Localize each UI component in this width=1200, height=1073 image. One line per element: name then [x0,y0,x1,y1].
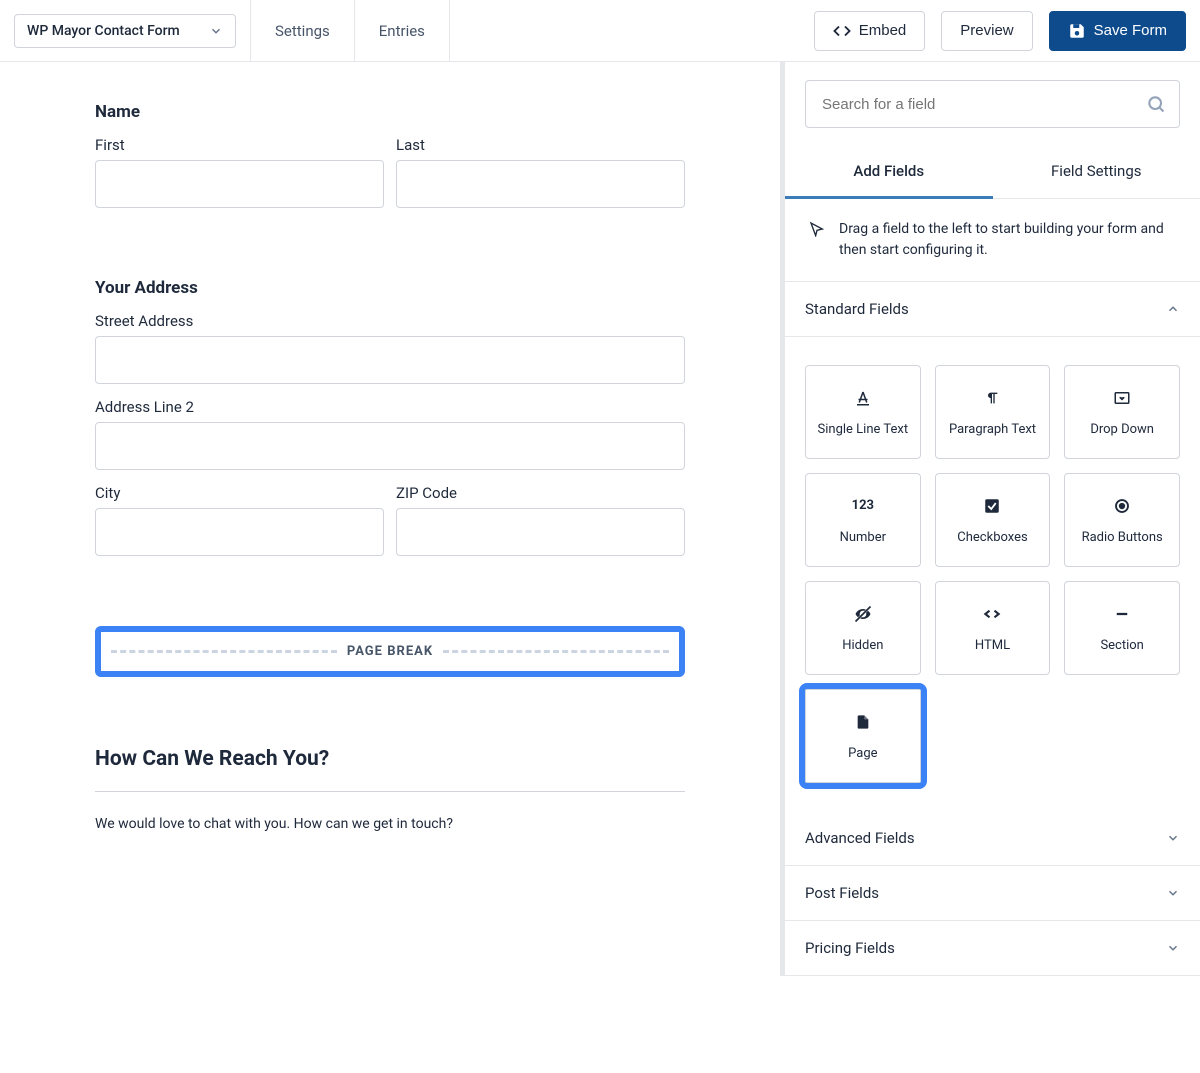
tab-field-settings[interactable]: Field Settings [993,146,1200,198]
field-single-line-text[interactable]: Single Line Text [805,365,921,459]
dash-right [443,650,669,653]
preview-button[interactable]: Preview [941,11,1032,51]
last-label: Last [396,136,685,154]
zip-input[interactable] [396,508,685,556]
hidden-icon [853,604,873,624]
save-button[interactable]: Save Form [1049,11,1186,51]
field-drop-down[interactable]: Drop Down [1064,365,1180,459]
name-field[interactable]: Name First Last [95,102,685,208]
dropdown-icon [1113,388,1131,408]
form-canvas[interactable]: Name First Last Your Address Street Addr… [0,62,785,976]
section-divider [95,791,685,792]
page-icon [855,712,871,732]
field-section[interactable]: Section [1064,581,1180,675]
page-break-label: PAGE BREAK [347,644,433,659]
advanced-fields-header[interactable]: Advanced Fields [785,811,1200,866]
tab-add-fields[interactable]: Add Fields [785,146,993,199]
line2-input[interactable] [95,422,685,470]
street-label: Street Address [95,312,685,330]
line2-label: Address Line 2 [95,398,685,416]
field-radio-buttons[interactable]: Radio Buttons [1064,473,1180,567]
first-input[interactable] [95,160,384,208]
street-input[interactable] [95,336,685,384]
tab-settings[interactable]: Settings [250,0,355,61]
radio-icon [1113,496,1131,516]
section-desc: We would love to chat with you. How can … [95,816,685,832]
standard-fields-header[interactable]: Standard Fields [785,282,1200,337]
hint-box: Drag a field to the left to start buildi… [785,199,1200,282]
name-title: Name [95,102,685,122]
field-checkboxes[interactable]: Checkboxes [935,473,1051,567]
paragraph-icon [984,388,1000,408]
text-icon [854,388,872,408]
app-header: WP Mayor Contact Form Settings Entries E… [0,0,1200,62]
search-input[interactable] [805,80,1180,128]
address-field[interactable]: Your Address Street Address Address Line… [95,278,685,556]
field-paragraph-text[interactable]: Paragraph Text [935,365,1051,459]
chevron-down-icon [209,24,223,38]
address-title: Your Address [95,278,685,298]
section-field[interactable]: How Can We Reach You? We would love to c… [95,747,685,832]
standard-fields-grid: Single Line Text Paragraph Text Drop Dow… [785,337,1200,811]
form-name: WP Mayor Contact Form [27,23,180,39]
number-icon: 123 [852,496,874,516]
pricing-fields-header[interactable]: Pricing Fields [785,921,1200,976]
dash-left [111,650,337,653]
save-icon [1068,22,1086,40]
page-break-field[interactable]: PAGE BREAK [95,626,685,677]
post-fields-header[interactable]: Post Fields [785,866,1200,921]
form-selector[interactable]: WP Mayor Contact Form [14,14,236,48]
field-html[interactable]: HTML [935,581,1051,675]
tab-entries[interactable]: Entries [355,0,450,61]
field-page[interactable]: Page [805,689,921,783]
chevron-down-icon [1166,831,1180,845]
city-input[interactable] [95,508,384,556]
search-icon [1146,94,1166,114]
embed-button[interactable]: Embed [814,11,926,51]
minus-icon [1113,604,1131,624]
first-label: First [95,136,384,154]
hint-text: Drag a field to the left to start buildi… [839,219,1176,261]
zip-label: ZIP Code [396,484,685,502]
field-number[interactable]: 123 Number [805,473,921,567]
panel-tabs: Add Fields Field Settings [785,146,1200,199]
field-hidden[interactable]: Hidden [805,581,921,675]
html-icon [982,604,1002,624]
chevron-up-icon [1166,302,1180,316]
header-actions: Embed Preview Save Form [814,11,1200,51]
last-input[interactable] [396,160,685,208]
section-title: How Can We Reach You? [95,747,685,771]
city-label: City [95,484,384,502]
fields-sidebar: Add Fields Field Settings Drag a field t… [785,62,1200,976]
checkbox-icon [983,496,1001,516]
chevron-down-icon [1166,886,1180,900]
code-icon [833,22,851,40]
chevron-down-icon [1166,941,1180,955]
cursor-icon [809,221,825,237]
nav-tabs: Settings Entries [250,0,450,61]
